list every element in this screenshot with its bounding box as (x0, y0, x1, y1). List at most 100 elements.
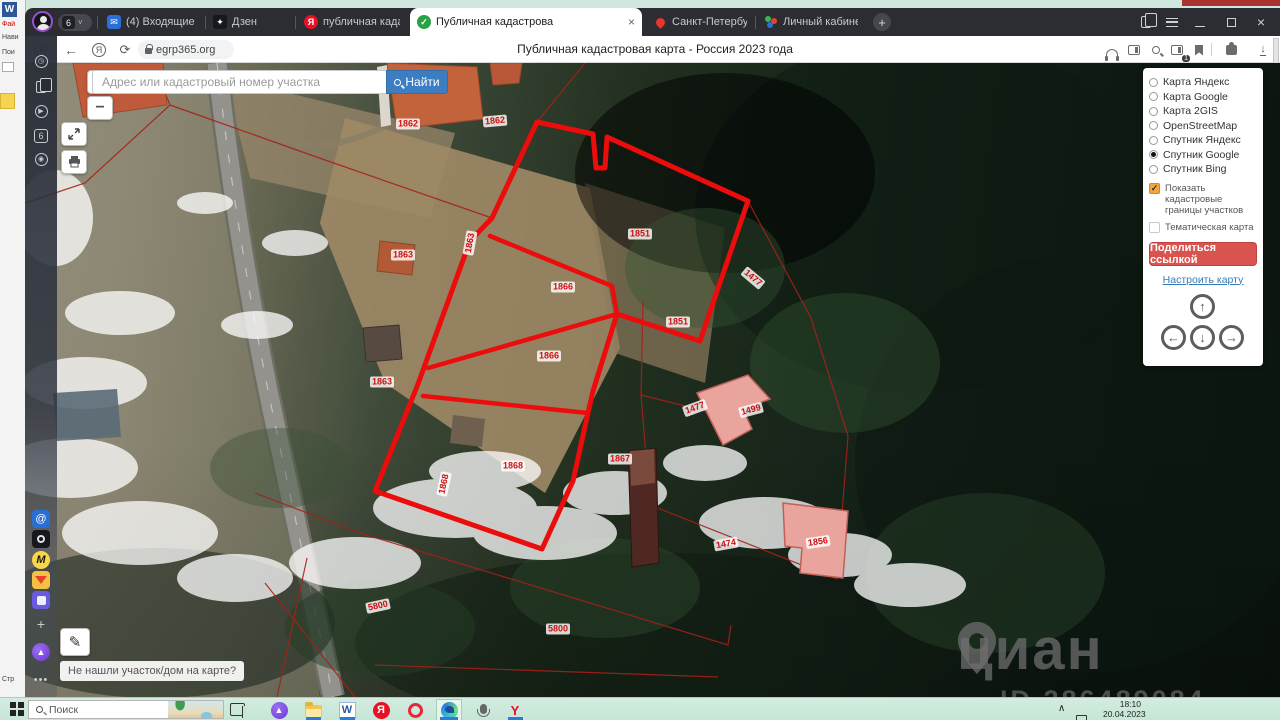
chevron-down-icon: ˅ (78, 18, 83, 27)
tray-expand-icon[interactable]: ∧ (1058, 703, 1065, 714)
tab-personal-account[interactable]: Личный кабинет - Мои о (757, 8, 865, 36)
tab-counter-icon[interactable]: 6 (32, 127, 50, 145)
map-canvas[interactable]: 1862186218511477186318631866185118661863… (25, 63, 1280, 697)
base-layer-option[interactable]: Спутник Google (1149, 148, 1257, 163)
fullscreen-button[interactable] (61, 122, 87, 146)
close-tab-icon[interactable]: × (628, 15, 635, 29)
print-button[interactable] (61, 150, 87, 174)
word-app-icon: W (2, 2, 17, 17)
tray-clock[interactable]: 18:10 20.04.2023 (1103, 700, 1141, 719)
pan-up-button[interactable]: ↑ (1190, 294, 1215, 319)
word-file-menu[interactable]: Фай (2, 21, 15, 28)
yandex-mail-icon[interactable] (32, 571, 50, 589)
overlay-option[interactable]: Тематическая карта (1149, 222, 1257, 233)
radio-icon[interactable] (1149, 150, 1158, 159)
search-button[interactable]: Найти (386, 70, 448, 94)
taskbar-yandex-icon[interactable]: Я (372, 701, 390, 719)
bookmark-icon[interactable] (1189, 40, 1209, 60)
tab-spb-map[interactable]: Санкт-Петербург и Лени (646, 8, 754, 36)
camera-app-icon[interactable] (32, 530, 50, 548)
more-options-icon[interactable]: ••• (32, 671, 50, 689)
taskbar-alice-icon[interactable]: ▲ (270, 701, 288, 719)
tab-bar: 6 ˅ ✉ (4) Входящие - Почта Mai ✦ Дзен Я … (25, 8, 1280, 36)
tab-search-results[interactable]: Я публичная кадастровая к (297, 8, 407, 36)
mail-envelope-icon: ✉ (107, 15, 121, 29)
radio-icon[interactable] (1149, 136, 1158, 145)
new-tab-button[interactable]: + (873, 13, 891, 31)
market-app-icon[interactable]: M (32, 551, 50, 569)
pan-right-button[interactable]: → (1219, 325, 1244, 350)
background-window-strip (1182, 0, 1280, 6)
radio-icon[interactable] (1149, 165, 1158, 174)
tab-active-cadastre[interactable]: ✓ Публичная кадастрова × (410, 8, 642, 36)
mail-app-icon[interactable]: @ (32, 510, 50, 528)
radio-icon[interactable] (1149, 107, 1158, 116)
add-app-icon[interactable]: + (32, 615, 50, 633)
profile-avatar[interactable] (32, 11, 53, 32)
zoom-page-icon[interactable] (1146, 40, 1166, 60)
close-window-button[interactable]: × (1252, 14, 1270, 30)
parcel-label: 1862 (396, 119, 420, 130)
word-nav-label: Нави (2, 34, 19, 41)
taskbar-opera-icon[interactable] (406, 701, 424, 719)
taskbar-mic-icon[interactable] (474, 701, 492, 719)
radio-icon[interactable] (1149, 78, 1158, 87)
headphones-icon[interactable] (1102, 40, 1122, 60)
tabs-panel-icon[interactable] (32, 78, 50, 96)
tab-group-chip[interactable]: 6 ˅ (58, 14, 92, 31)
map-search: Найти (92, 70, 448, 94)
zoom-out-button[interactable]: − (87, 96, 113, 120)
base-layer-option[interactable]: Карта Яндекс (1149, 75, 1257, 90)
map-pin-icon (653, 15, 667, 29)
base-layer-option[interactable]: OpenStreetMap (1149, 119, 1257, 134)
checkbox-icon[interactable]: ✓ (1149, 183, 1160, 194)
menu-icon[interactable] (1163, 14, 1181, 30)
base-layer-option[interactable]: Спутник Яндекс (1149, 133, 1257, 148)
overlay-label: Тематическая карта (1165, 222, 1253, 233)
maximize-button[interactable] (1222, 14, 1240, 30)
tab-dzen[interactable]: ✦ Дзен (206, 8, 294, 36)
taskbar-search[interactable]: Поиск (28, 700, 224, 719)
back-icon[interactable]: ← (61, 40, 81, 60)
parcel-label: 5800 (546, 624, 570, 635)
color-dots-icon (764, 15, 778, 29)
word-window-edge: W Фай Нави Пои Стр (0, 0, 26, 697)
tab-mail[interactable]: ✉ (4) Входящие - Почта Mai (100, 8, 204, 36)
pan-left-button[interactable]: ← (1161, 325, 1186, 350)
refresh-icon[interactable]: ⟳ (115, 40, 135, 60)
yandex-services-icon[interactable]: Я (89, 40, 109, 60)
screenshot-icon[interactable]: ◉ (32, 150, 50, 168)
search-icon (394, 79, 401, 86)
tray-display-icon[interactable] (1076, 715, 1087, 720)
scrollbar[interactable] (1273, 38, 1279, 64)
radio-icon[interactable] (1149, 121, 1158, 130)
address-bar[interactable]: egrp365.org (138, 40, 234, 59)
video-play-icon[interactable]: ▶ (32, 102, 50, 120)
checkbox-icon[interactable] (1149, 222, 1160, 233)
radio-icon[interactable] (1149, 92, 1158, 101)
base-layer-label: OpenStreetMap (1163, 119, 1237, 134)
download-icon[interactable]: ↓ (1253, 40, 1273, 60)
search-input[interactable] (92, 70, 386, 94)
customize-map-link[interactable]: Настроить карту (1149, 274, 1257, 286)
cian-logo-pin-icon (957, 621, 997, 675)
base-layer-option[interactable]: Карта Google (1149, 90, 1257, 105)
messenger-app-icon[interactable] (32, 591, 50, 609)
tray-date: 20.04.2023 (1103, 710, 1141, 720)
overlay-option[interactable]: ✓Показать кадастровые границы участков (1149, 183, 1257, 216)
base-layer-option[interactable]: Спутник Bing (1149, 162, 1257, 177)
pan-down-button[interactable]: ↓ (1190, 325, 1215, 350)
draw-button[interactable]: ✎ (60, 628, 90, 656)
not-found-tooltip[interactable]: Не нашли участок/дом на карте? (60, 661, 244, 681)
history-icon[interactable]: ◷ (32, 52, 50, 70)
task-view-button[interactable] (230, 703, 245, 716)
alice-assistant-icon[interactable]: ▲ (32, 643, 50, 661)
minimize-button[interactable] (1191, 14, 1209, 30)
share-link-button[interactable]: Поделиться ссылкой (1149, 242, 1257, 266)
base-layer-option[interactable]: Карта 2GIS (1149, 104, 1257, 119)
collections-icon[interactable]: 1 (1167, 40, 1187, 60)
start-button[interactable] (10, 702, 24, 716)
docs-panel-icon[interactable] (1137, 14, 1155, 30)
sidebar-panels-icon[interactable] (1124, 40, 1144, 60)
extension-icon[interactable] (1221, 40, 1241, 60)
